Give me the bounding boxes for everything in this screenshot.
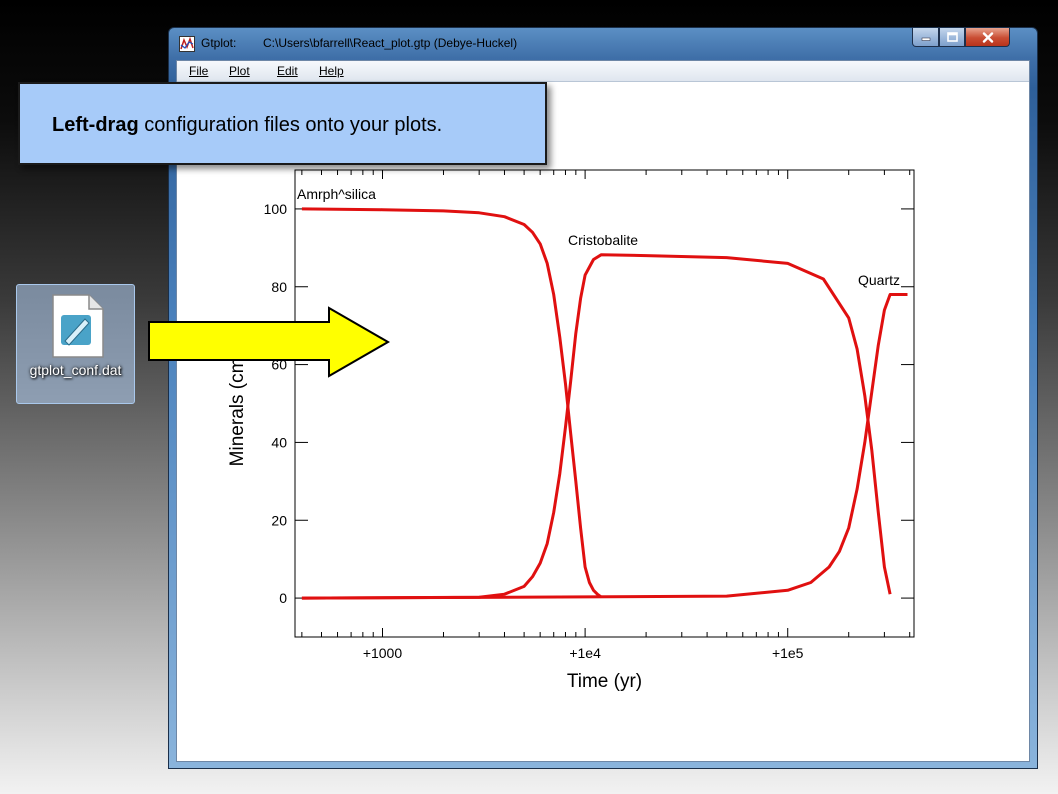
y-tick-label: 80 bbox=[271, 279, 287, 295]
instruction-callout: Left-drag configuration files onto your … bbox=[18, 82, 547, 165]
desktop-file-gtplot-conf[interactable]: gtplot_conf.dat bbox=[16, 284, 135, 404]
y-tick-label: 20 bbox=[271, 512, 287, 528]
series-line-1 bbox=[301, 207, 602, 599]
x-tick-label: +1e5 bbox=[772, 645, 804, 661]
y-tick-label: 40 bbox=[271, 434, 287, 450]
callout-bold-text: Left-drag bbox=[52, 114, 139, 136]
document-file-icon bbox=[52, 294, 104, 358]
x-axis-label: Time (yr) bbox=[567, 671, 642, 692]
callout-rest-text: configuration files onto your plots. bbox=[138, 114, 443, 136]
right-arrow-icon bbox=[148, 306, 391, 378]
y-tick-label: 100 bbox=[264, 201, 288, 217]
series-line-3 bbox=[301, 293, 908, 600]
x-tick-label: +1e4 bbox=[569, 645, 601, 661]
y-tick-label: 0 bbox=[279, 590, 287, 606]
series-label-3: Quartz bbox=[858, 272, 900, 288]
callout-text: Left-drag configuration files onto your … bbox=[52, 114, 442, 137]
desktop-icon-label: gtplot_conf.dat bbox=[29, 362, 122, 378]
series-label-2: Cristobalite bbox=[568, 232, 638, 248]
x-tick-label: +1000 bbox=[363, 645, 403, 661]
series-label-1: Amrph^silica bbox=[297, 186, 376, 202]
